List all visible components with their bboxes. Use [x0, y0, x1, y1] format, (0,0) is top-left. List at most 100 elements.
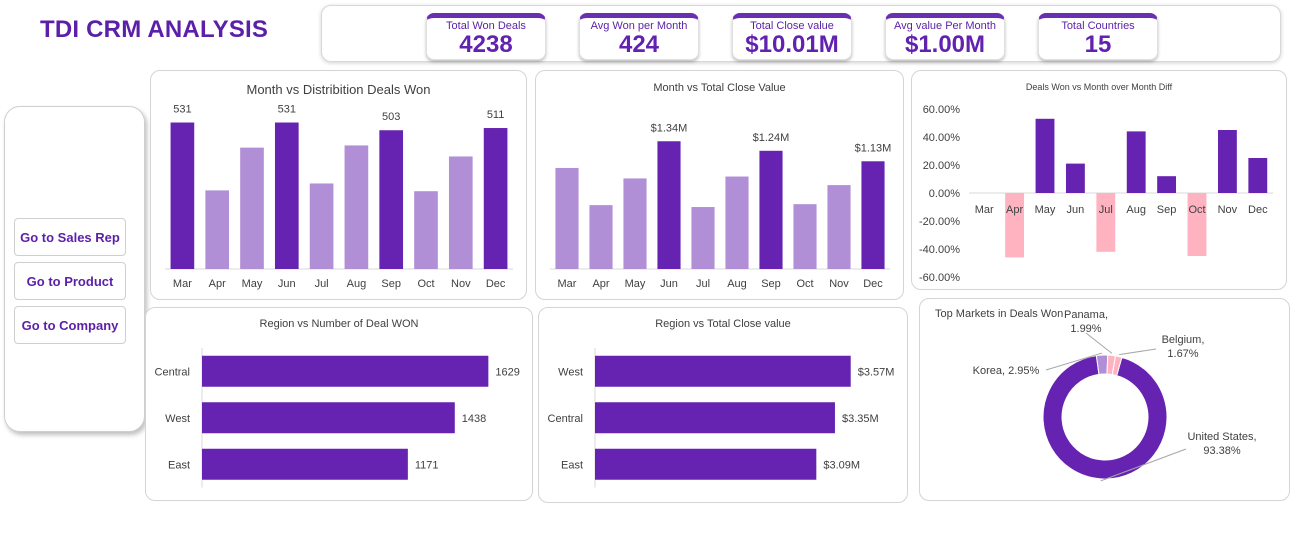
page-title: TDI CRM ANALYSIS: [40, 16, 269, 43]
y-tick-label: 40.00%: [923, 132, 961, 144]
bar-dec: [483, 128, 508, 269]
bar-central: [595, 402, 835, 434]
y-tick-label: 20.00%: [923, 160, 961, 172]
data-label: 503: [382, 111, 400, 123]
data-label: 511: [487, 109, 505, 121]
bar-may: [1035, 118, 1055, 193]
kpi-avg-value-per-month: Avg value Per Month $1.00M: [885, 13, 1005, 60]
data-label: $3.35M: [842, 413, 879, 425]
y-tick-label: West: [558, 366, 583, 378]
slice-label: Belgium,: [1162, 334, 1205, 346]
x-tick-label: Sep: [381, 278, 401, 290]
bar-aug: [344, 145, 369, 269]
kpi-value: $10.01M: [745, 31, 839, 58]
x-tick-label: Aug: [1126, 204, 1146, 216]
bar-sep: [759, 150, 783, 269]
bar-east: [595, 448, 817, 480]
kpi-avg-won-per-month: Avg Won per Month 424: [579, 13, 699, 60]
bar-may: [240, 147, 264, 269]
kpi-total-countries: Total Countries 15: [1038, 13, 1158, 60]
chart-panel-deals-won: Month vs Distribition Deals Won Mar 531 Ap…: [150, 70, 527, 300]
y-tick-label: -60.00%: [919, 272, 960, 284]
x-tick-label: Jun: [1067, 204, 1085, 216]
bar-nov: [448, 156, 473, 269]
chart-panel-close-value: Month vs Total Close Value Mar Apr May Jun $…: [535, 70, 904, 300]
x-tick-label: May: [625, 278, 646, 290]
x-tick-label: Oct: [417, 278, 434, 290]
x-tick-label: Jul: [1099, 204, 1113, 216]
bar-may: [623, 178, 647, 269]
data-label: $1.34M: [651, 122, 688, 134]
bar-apr: [1005, 193, 1025, 258]
y-tick-label: West: [165, 413, 190, 425]
x-tick-label: Jul: [696, 278, 710, 290]
top-markets-chart: United States, 93.38% Korea, 2.95% Panama, 1…: [973, 309, 1257, 482]
bar-jun: [1065, 163, 1085, 193]
x-tick-label: Sep: [1157, 204, 1177, 216]
slice-label: United States,: [1187, 431, 1256, 443]
x-tick-label: May: [1035, 204, 1056, 216]
slice-label: Panama,: [1064, 309, 1108, 321]
kpi-value: 424: [618, 31, 660, 58]
x-tick-label: Apr: [209, 278, 226, 290]
x-tick-label: Mar: [558, 278, 577, 290]
bar-jul: [1096, 193, 1116, 252]
region-deals-chart: Central 1629 West 1438 East 1171: [155, 348, 520, 488]
close-value-chart: Mar Apr May Jun $1.34M Jul Aug Sep $1.24M Oct Nov D…: [550, 122, 892, 290]
bar-jun: [657, 141, 681, 269]
mom-diff-chart: 60.00% 40.00% 20.00% 0.00% -20.00% -40.00% -60…: [919, 104, 1273, 284]
leader-line: [1085, 332, 1113, 354]
y-tick-label: Central: [548, 413, 583, 425]
bar-jul: [309, 183, 334, 269]
x-tick-label: May: [242, 278, 263, 290]
bar-jun: [274, 122, 299, 269]
bar-central: [202, 355, 489, 387]
x-tick-label: Nov: [1218, 204, 1238, 216]
chart-panel-region-deals: Region vs Number of Deal WON Central 1629…: [145, 307, 533, 501]
navigation-panel: Go to Sales Rep Go to Product Go to Comp…: [4, 106, 145, 432]
bar-west: [202, 402, 455, 434]
x-tick-label: Dec: [1248, 204, 1268, 216]
x-tick-label: Nov: [451, 278, 471, 290]
bar-west: [595, 355, 851, 387]
kpi-strip: Total Won Deals 4238 Avg Won per Month 4…: [321, 5, 1281, 62]
x-tick-label: Oct: [1188, 204, 1205, 216]
chart-panel-mom-diff: Deals Won vs Month over Month Diff 60.00…: [911, 70, 1287, 290]
bar-mar: [170, 122, 195, 269]
x-tick-label: Oct: [796, 278, 813, 290]
bar-mar: [555, 167, 579, 269]
y-tick-label: -20.00%: [919, 216, 960, 228]
data-label: 531: [278, 104, 296, 116]
bar-oct: [793, 204, 817, 269]
slice-label: Korea, 2.95%: [973, 365, 1040, 377]
x-tick-label: Jun: [278, 278, 296, 290]
y-tick-label: 0.00%: [929, 188, 960, 200]
x-tick-label: Aug: [727, 278, 747, 290]
kpi-total-won-deals: Total Won Deals 4238: [426, 13, 546, 60]
go-to-company-button[interactable]: Go to Company: [14, 306, 126, 344]
data-label: 531: [173, 104, 191, 116]
x-tick-label: Dec: [486, 278, 506, 290]
go-to-product-button[interactable]: Go to Product: [14, 262, 126, 300]
bar-apr: [205, 190, 230, 269]
bar-dec: [861, 161, 885, 269]
data-label: $1.24M: [753, 132, 790, 144]
y-tick-label: East: [168, 459, 190, 471]
bar-aug: [725, 176, 749, 269]
data-label: $1.13M: [855, 142, 892, 154]
data-label: 1438: [462, 413, 486, 425]
y-tick-label: 60.00%: [923, 104, 961, 116]
x-tick-label: Jul: [315, 278, 329, 290]
chart-panel-region-value: Region vs Total Close value West $3.57M Ce…: [538, 307, 908, 503]
y-tick-label: -40.00%: [919, 244, 960, 256]
deals-won-chart: Mar 531 Apr May Jun 531 Jul Aug Sep 503 Oct Nov Dec 5…: [165, 104, 513, 290]
bar-oct: [1187, 193, 1207, 256]
x-tick-label: Apr: [1006, 204, 1023, 216]
chart-panel-top-markets: Top Markets in Deals Won United States, 9…: [919, 298, 1290, 501]
go-to-sales-rep-button[interactable]: Go to Sales Rep: [14, 218, 126, 256]
bar-nov: [1217, 130, 1237, 193]
bar-oct: [414, 191, 438, 269]
x-tick-label: Nov: [829, 278, 849, 290]
slice-label: 93.38%: [1203, 445, 1241, 457]
data-label: 1171: [415, 459, 439, 471]
